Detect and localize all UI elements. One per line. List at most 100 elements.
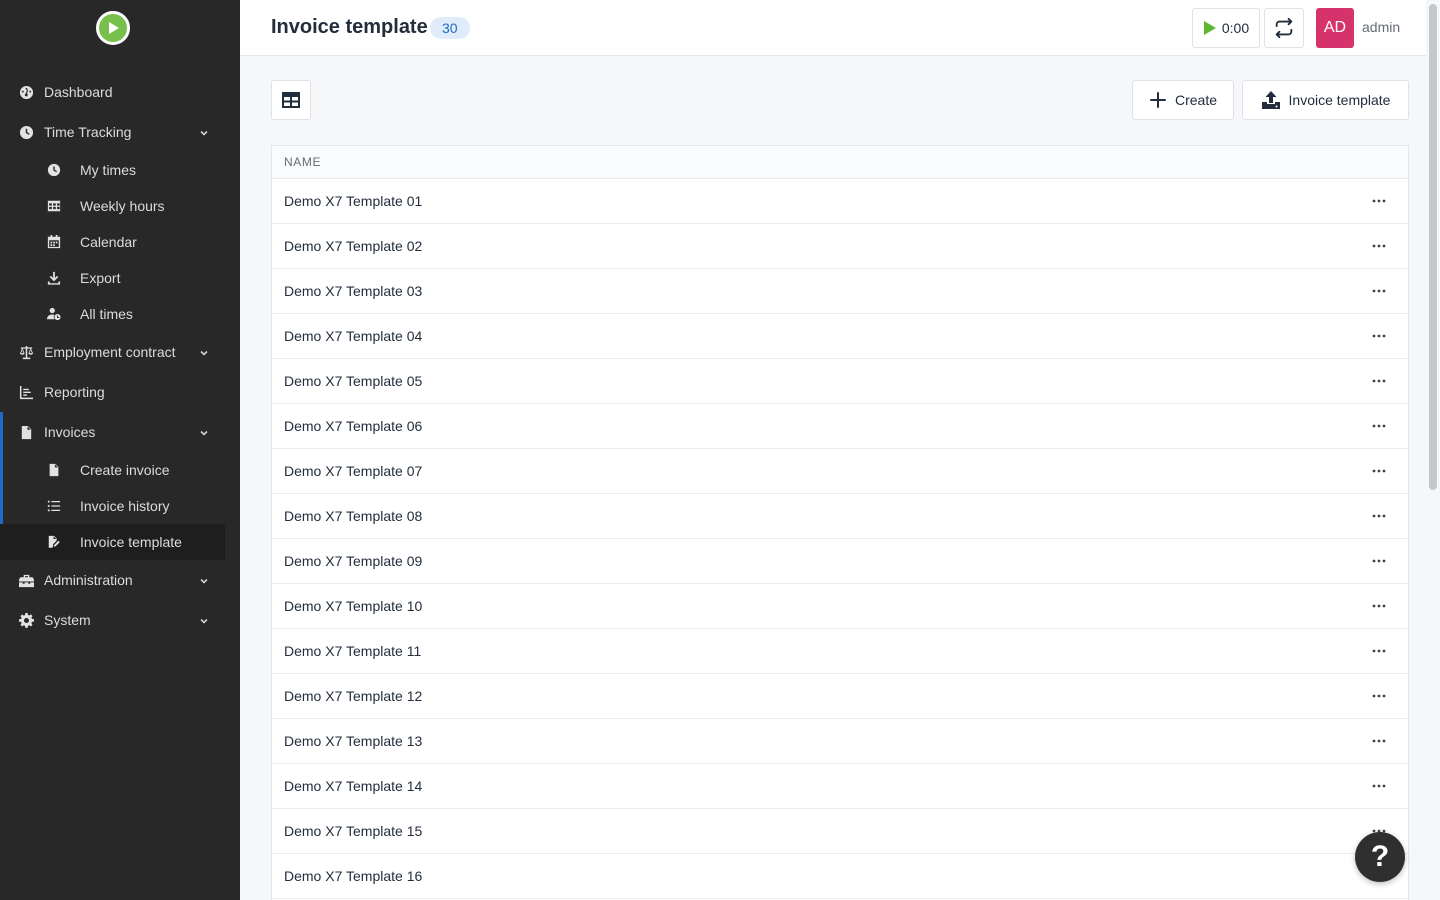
sidebar-item-create-invoice[interactable]: Create invoice: [0, 452, 225, 488]
row-actions-button[interactable]: [1370, 780, 1388, 792]
template-name: Demo X7 Template 11: [284, 643, 422, 659]
table-row[interactable]: Demo X7 Template 12: [272, 674, 1408, 719]
username[interactable]: admin: [1362, 19, 1400, 35]
row-actions-button[interactable]: [1370, 735, 1388, 747]
app-logo[interactable]: [96, 11, 130, 45]
row-actions-button[interactable]: [1370, 195, 1388, 207]
avatar[interactable]: AD: [1316, 8, 1354, 48]
sidebar-item-dashboard[interactable]: Dashboard: [0, 72, 240, 112]
template-name: Demo X7 Template 14: [284, 778, 423, 794]
table-icon: [47, 200, 61, 212]
row-actions-button[interactable]: [1370, 645, 1388, 657]
sidebar-item-all-times[interactable]: All times: [0, 296, 225, 332]
gear-icon: [18, 612, 34, 628]
sidebar-item-label: Invoice template: [80, 534, 182, 550]
balance-scale-icon: [19, 345, 33, 359]
table-row[interactable]: Demo X7 Template 02: [272, 224, 1408, 269]
table-row[interactable]: Demo X7 Template 07: [272, 449, 1408, 494]
sidebar-item-system[interactable]: System: [0, 600, 240, 640]
table-row[interactable]: Demo X7 Template 11: [272, 629, 1408, 674]
row-actions-button[interactable]: [1370, 420, 1388, 432]
sidebar-item-label: Employment contract: [44, 344, 176, 360]
table-row[interactable]: Demo X7 Template 03: [272, 269, 1408, 314]
clock-icon: [19, 125, 33, 139]
more-horizontal-icon: [1372, 334, 1386, 338]
more-horizontal-icon: [1372, 424, 1386, 428]
sidebar-item-employment-contract[interactable]: Employment contract: [0, 332, 240, 372]
template-name: Demo X7 Template 12: [284, 688, 423, 704]
sidebar-item-invoice-history[interactable]: Invoice history: [0, 488, 225, 524]
more-horizontal-icon: [1372, 784, 1386, 788]
play-icon: [1203, 21, 1216, 35]
sidebar-item-label: Invoices: [44, 424, 96, 440]
table-row[interactable]: Demo X7 Template 01: [272, 179, 1408, 224]
row-actions-button[interactable]: [1370, 690, 1388, 702]
sidebar-item-label: Reporting: [44, 384, 105, 400]
table-row[interactable]: Demo X7 Template 13: [272, 719, 1408, 764]
row-actions-button[interactable]: [1370, 555, 1388, 567]
more-horizontal-icon: [1372, 649, 1386, 653]
row-actions-button[interactable]: [1370, 600, 1388, 612]
table-row[interactable]: Demo X7 Template 05: [272, 359, 1408, 404]
row-actions-button[interactable]: [1370, 330, 1388, 342]
more-horizontal-icon: [1372, 514, 1386, 518]
more-horizontal-icon: [1372, 289, 1386, 293]
more-horizontal-icon: [1372, 244, 1386, 248]
table-row[interactable]: Demo X7 Template 10: [272, 584, 1408, 629]
sidebar-item-time-tracking[interactable]: Time Tracking: [0, 112, 240, 152]
template-name: Demo X7 Template 03: [284, 283, 423, 299]
row-actions-button[interactable]: [1370, 285, 1388, 297]
create-button-label: Create: [1174, 92, 1218, 108]
upload-template-button[interactable]: Invoice template: [1242, 80, 1409, 120]
row-actions-button[interactable]: [1370, 375, 1388, 387]
table-row[interactable]: Demo X7 Template 15: [272, 809, 1408, 854]
scrollbar-thumb[interactable]: [1429, 4, 1437, 490]
list-icon: [47, 500, 61, 512]
table-row[interactable]: Demo X7 Template 06: [272, 404, 1408, 449]
sidebar-item-label: Invoice history: [80, 498, 170, 514]
chevron-down-icon: [200, 430, 208, 436]
sidebar-item-label: Dashboard: [44, 84, 113, 100]
sidebar-item-label: Time Tracking: [44, 124, 132, 140]
table-row[interactable]: Demo X7 Template 08: [272, 494, 1408, 539]
table-row[interactable]: Demo X7 Template 04: [272, 314, 1408, 359]
table-body: Demo X7 Template 01 Demo X7 Template 02 De…: [272, 179, 1408, 899]
sync-button[interactable]: [1264, 8, 1304, 48]
sidebar-item-export[interactable]: Export: [0, 260, 225, 296]
table-row[interactable]: Demo X7 Template 09: [272, 539, 1408, 584]
row-actions-button[interactable]: [1370, 240, 1388, 252]
calendar-icon: [47, 235, 61, 249]
sidebar-item-reporting[interactable]: Reporting: [0, 372, 240, 412]
more-horizontal-icon: [1372, 739, 1386, 743]
file-icon: [49, 463, 59, 477]
sidebar-item-invoices[interactable]: Invoices: [0, 412, 240, 452]
template-name: Demo X7 Template 13: [284, 733, 423, 749]
sidebar-item-label: All times: [80, 306, 133, 322]
row-actions-button[interactable]: [1370, 465, 1388, 477]
row-actions-button[interactable]: [1370, 510, 1388, 522]
more-horizontal-icon: [1372, 469, 1386, 473]
column-header-name[interactable]: NAME: [284, 155, 321, 169]
sidebar-item-administration[interactable]: Administration: [0, 560, 240, 600]
download-icon: [47, 271, 61, 285]
create-button[interactable]: Create: [1132, 80, 1234, 120]
toolbox-icon: [18, 574, 34, 587]
table-settings-button[interactable]: [271, 80, 311, 120]
sidebar-item-label: Create invoice: [80, 462, 170, 478]
sidebar-item-label: Export: [80, 270, 121, 286]
more-horizontal-icon: [1372, 379, 1386, 383]
sidebar-item-my-times[interactable]: My times: [0, 152, 225, 188]
sidebar-item-calendar[interactable]: Calendar: [0, 224, 225, 260]
sidebar-item-invoice-template[interactable]: Invoice template: [0, 524, 225, 560]
timer-button[interactable]: 0:00: [1192, 8, 1260, 48]
template-name: Demo X7 Template 02: [284, 238, 423, 254]
sidebar-group-invoices: Invoices Create invoice Invoice history …: [0, 412, 240, 560]
page-title: Invoice template: [271, 16, 428, 38]
template-name: Demo X7 Template 06: [284, 418, 423, 434]
sidebar-item-weekly-hours[interactable]: Weekly hours: [0, 188, 225, 224]
table-row[interactable]: Demo X7 Template 14: [272, 764, 1408, 809]
clock-icon: [47, 163, 61, 177]
sidebar-nav: Dashboard Time Tracking My times Weekly …: [0, 72, 240, 640]
help-button[interactable]: ?: [1355, 832, 1405, 882]
table-row[interactable]: Demo X7 Template 16: [272, 854, 1408, 899]
